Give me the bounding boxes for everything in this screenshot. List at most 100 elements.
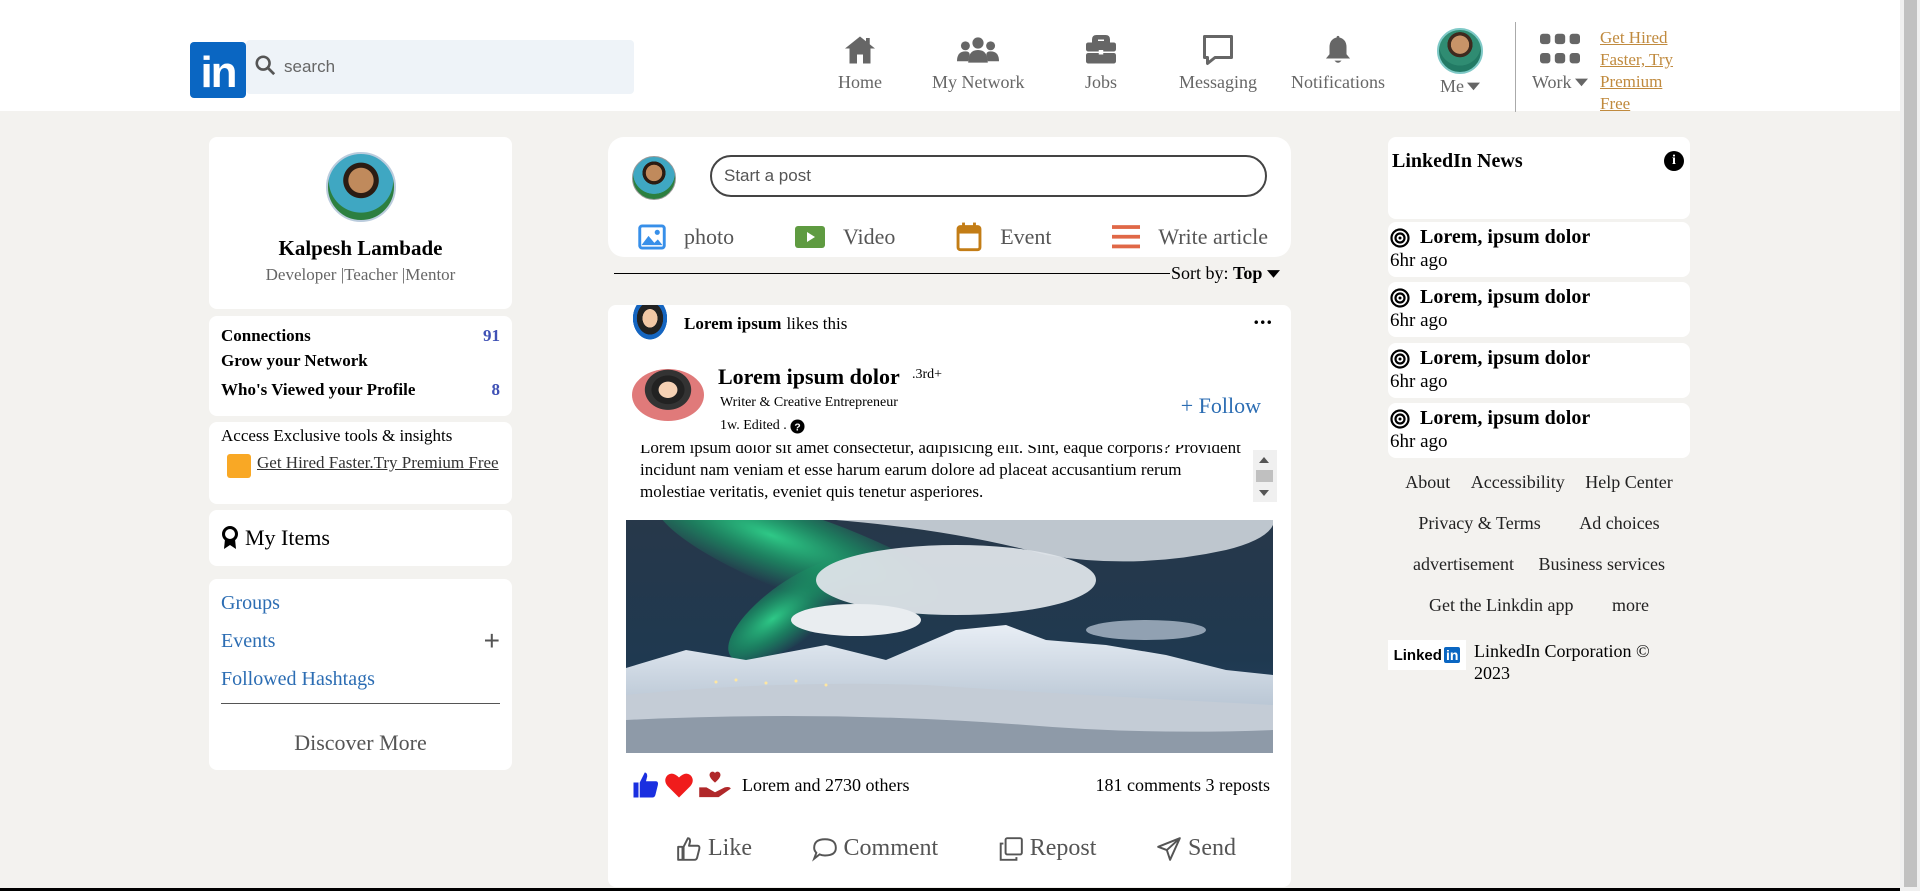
connections-count: 91 [483,326,500,345]
news-item[interactable]: Lorem, ipsum dolor 6hr ago [1388,343,1690,398]
footer-link-business-services[interactable]: Business services [1538,554,1664,574]
share-box: photo Video Event Write article [608,137,1291,257]
post-actions: Like Comment Repost Send [676,835,1236,862]
footer-link-more[interactable]: more [1612,595,1649,615]
my-items-label: My Items [245,525,330,550]
event-label: Event [1000,224,1052,249]
network-icon [957,37,1000,63]
profile-name[interactable]: Kalpesh Lambade [209,236,512,261]
nav-notifications[interactable]: Notifications [1291,32,1385,93]
footer-link-help-center[interactable]: Help Center [1585,472,1672,492]
post-body: Lorem ipsum dolor sit amet consectetur, … [640,445,1250,501]
followed-hashtags-link[interactable]: Followed Hashtags [221,667,500,705]
scroll-down-icon[interactable] [1259,490,1269,496]
photo-label: photo [684,224,735,249]
profile-viewers-row[interactable]: Who's Viewed your Profile 8 [221,377,500,402]
video-label: Video [842,224,896,249]
repost-button[interactable]: Repost [998,835,1097,862]
add-event-icon[interactable]: + [484,627,500,655]
page-scroll-thumb[interactable] [1904,0,1917,887]
discover-more-button[interactable]: Discover More [221,730,500,756]
nav-messaging-label: Messaging [1179,72,1257,92]
footer-link-privacy-terms[interactable]: Privacy & Terms [1418,513,1540,533]
video-button[interactable]: Video [794,222,896,252]
start-post-input[interactable] [710,155,1267,197]
nav-home[interactable]: Home [838,32,882,93]
send-button[interactable]: Send [1156,835,1236,862]
profile-headline: Developer |Teacher |Mentor [265,265,456,284]
events-label: Events [221,630,276,652]
page-scrollbar[interactable] [1900,0,1920,891]
comment-icon [811,837,837,862]
news-item[interactable]: Lorem, ipsum dolor 6hr ago [1388,282,1690,337]
post-text: Lorem ipsum dolor sit amet consectetur, … [640,445,1241,501]
post-image-aurora[interactable] [626,520,1273,753]
connection-degree: .3rd+ [912,367,943,382]
grid-icon [1539,33,1580,64]
like-button[interactable]: Like [676,835,752,862]
events-link[interactable]: Events + [221,627,500,667]
author-avatar[interactable] [632,369,704,421]
my-items-card[interactable]: My Items [209,510,512,566]
news-item[interactable]: Lorem, ipsum dolor 6hr ago [1388,222,1690,277]
search-box[interactable] [246,40,634,94]
nav-me[interactable]: Me [1437,28,1483,97]
liker-avatar[interactable] [630,305,670,343]
news-headline: Lorem, ipsum dolor [1420,347,1591,369]
connections-row[interactable]: Connections 91 [221,323,500,348]
groups-link[interactable]: Groups [221,591,500,629]
connections-label: Connections [221,326,311,345]
footer-link-accessibility[interactable]: Accessibility [1471,472,1565,492]
sort-label: Sort by: [1171,263,1229,283]
post-timestamp: 1w. Edited . ? [720,418,805,434]
sort-control[interactable]: Sort by: Top [1171,263,1280,284]
photo-button[interactable]: photo [638,222,734,252]
nav-home-label: Home [838,72,882,92]
send-label: Send [1187,835,1236,861]
author-name[interactable]: Lorem ipsum dolor [718,364,900,390]
comment-button[interactable]: Comment [811,835,938,862]
grow-network-row[interactable]: Grow your Network [221,348,500,373]
liker-name[interactable]: Lorem ipsum [684,314,781,334]
news-item[interactable]: Lorem, ipsum dolor 6hr ago [1388,403,1690,458]
profile-viewers-label: Who's Viewed your Profile [221,380,416,399]
repost-label: Repost [1029,835,1097,861]
premium-card-title: Access Exclusive tools & insights [221,426,453,445]
nav-messaging[interactable]: Messaging [1179,32,1257,93]
write-article-label: Write article [1158,224,1268,249]
target-icon [1390,408,1410,429]
nav-jobs[interactable]: Jobs [1083,32,1119,93]
footer-link-ad-choices[interactable]: Ad choices [1579,513,1659,533]
write-article-button[interactable]: Write article [1112,222,1268,252]
post-text-scrollbar[interactable] [1253,450,1277,502]
message-icon [1203,35,1233,65]
event-button[interactable]: Event [956,222,1052,252]
nav-my-network[interactable]: My Network [932,32,1025,93]
send-icon [1157,836,1181,861]
premium-card-link[interactable]: Get Hired Faster.Try Premium Free [227,452,500,478]
bell-icon [1325,35,1351,63]
caret-down-icon [1266,270,1280,278]
reactions-summary[interactable]: Lorem and 2730 others 181 comments 3 rep… [630,770,1270,800]
linkedin-logo[interactable]: in [190,42,246,98]
reactions-count[interactable]: Lorem and 2730 others [742,775,909,796]
corporation-credit: Linked in LinkedIn Corporation © 2023 [1388,640,1674,684]
video-icon [794,226,825,248]
info-icon[interactable]: i [1664,151,1684,171]
comments-reposts-count[interactable]: 181 comments 3 reposts [1096,775,1270,796]
premium-link[interactable]: Get Hired Faster, Try Premium Free [1600,27,1690,115]
search-input[interactable] [284,40,624,94]
scroll-thumb[interactable] [1256,470,1273,482]
footer-link-get-app[interactable]: Get the Linkdin app [1429,595,1573,615]
footer-link-advertisement[interactable]: advertisement [1413,554,1514,574]
nav-me-label: Me [1437,76,1483,97]
nav-work[interactable]: Work [1532,32,1588,93]
scroll-up-icon[interactable] [1259,457,1269,463]
premium-card: Access Exclusive tools & insights Get Hi… [209,422,512,504]
top-nav-bar: in Home My Network Jobs Messaging Notifi… [0,0,1900,113]
follow-button[interactable]: + Follow [1181,393,1261,419]
more-options-icon[interactable]: ... [1254,306,1274,328]
footer-link-about[interactable]: About [1405,472,1450,492]
nav-work-label: Work [1532,72,1588,93]
profile-avatar[interactable] [325,152,396,222]
